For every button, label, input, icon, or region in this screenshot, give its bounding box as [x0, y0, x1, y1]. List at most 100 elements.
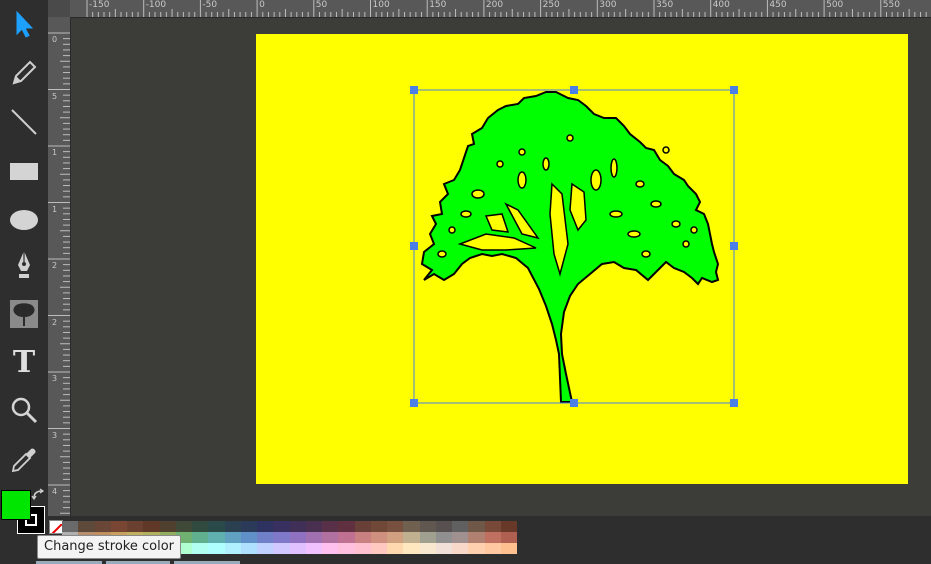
palette-swatch[interactable] — [273, 532, 290, 543]
ruler-label: 350 — [656, 0, 674, 10]
palette-swatch[interactable] — [208, 521, 225, 532]
palette-swatch[interactable] — [322, 521, 339, 532]
tree-image-icon[interactable] — [2, 292, 46, 336]
palette-swatch[interactable] — [484, 521, 501, 532]
palette-swatch[interactable] — [435, 521, 452, 532]
palette-swatch[interactable] — [192, 521, 209, 532]
drawing-canvas[interactable] — [256, 34, 908, 484]
fill-color-swatch[interactable] — [1, 490, 31, 520]
palette-swatch[interactable] — [387, 521, 404, 532]
eyedropper-icon[interactable] — [2, 438, 46, 482]
palette-swatch[interactable] — [62, 521, 79, 532]
ruler-label: 550 — [882, 0, 900, 10]
palette-swatch[interactable] — [500, 532, 517, 543]
palette-swatch[interactable] — [387, 532, 404, 543]
palette-swatch[interactable] — [484, 543, 501, 554]
palette-swatch[interactable] — [305, 532, 322, 543]
palette-swatch[interactable] — [224, 521, 241, 532]
ruler-label: 150 — [429, 0, 447, 10]
palette-swatch[interactable] — [78, 521, 95, 532]
palette-swatch[interactable] — [208, 543, 225, 554]
palette-swatch[interactable] — [257, 521, 274, 532]
palette-swatch[interactable] — [468, 543, 485, 554]
no-color-swatch[interactable] — [49, 520, 63, 534]
palette-swatch[interactable] — [468, 521, 485, 532]
palette-swatch[interactable] — [240, 543, 257, 554]
palette-swatch[interactable] — [500, 543, 517, 554]
line-icon[interactable] — [2, 100, 46, 144]
palette-swatch[interactable] — [452, 543, 469, 554]
palette-swatch[interactable] — [240, 521, 257, 532]
pencil-icon[interactable] — [2, 51, 46, 95]
palette-swatch[interactable] — [289, 543, 306, 554]
rectangle-icon[interactable] — [2, 150, 46, 194]
palette-swatch[interactable] — [435, 543, 452, 554]
palette-swatch[interactable] — [322, 543, 339, 554]
select-arrow-icon[interactable] — [2, 2, 46, 46]
resize-handle-top-left[interactable] — [410, 86, 418, 94]
ruler-label: 0 — [259, 0, 265, 10]
palette-swatch[interactable] — [289, 532, 306, 543]
palette-swatch[interactable] — [370, 521, 387, 532]
palette-swatch[interactable] — [257, 532, 274, 543]
magnifier-icon[interactable] — [2, 388, 46, 432]
palette-swatch[interactable] — [175, 521, 192, 532]
resize-handle-bottom-right[interactable] — [730, 399, 738, 407]
palette-swatch[interactable] — [159, 521, 176, 532]
palette-swatch[interactable] — [354, 521, 371, 532]
palette-swatch[interactable] — [403, 543, 420, 554]
ruler-label: -50 — [202, 0, 218, 10]
tree-object[interactable] — [410, 86, 738, 407]
palette-swatch[interactable] — [305, 543, 322, 554]
palette-swatch[interactable] — [419, 532, 436, 543]
resize-handle-bottom[interactable] — [570, 399, 578, 407]
palette-swatch[interactable] — [370, 532, 387, 543]
palette-swatch[interactable] — [452, 532, 469, 543]
palette-swatch[interactable] — [305, 521, 322, 532]
palette-swatch[interactable] — [94, 521, 111, 532]
resize-handle-bottom-left[interactable] — [410, 399, 418, 407]
palette-swatch[interactable] — [419, 521, 436, 532]
palette-swatch[interactable] — [192, 543, 209, 554]
palette-swatch[interactable] — [273, 543, 290, 554]
palette-swatch[interactable] — [354, 532, 371, 543]
palette-swatch[interactable] — [289, 521, 306, 532]
palette-swatch[interactable] — [370, 543, 387, 554]
palette-swatch[interactable] — [468, 532, 485, 543]
palette-swatch[interactable] — [322, 532, 339, 543]
palette-swatch[interactable] — [192, 532, 209, 543]
palette-swatch[interactable] — [208, 532, 225, 543]
palette-swatch[interactable] — [143, 521, 160, 532]
palette-swatch[interactable] — [387, 543, 404, 554]
palette-swatch[interactable] — [500, 521, 517, 532]
palette-swatch[interactable] — [127, 521, 144, 532]
ruler-label: 100 — [372, 0, 390, 10]
palette-swatch[interactable] — [403, 521, 420, 532]
palette-swatch[interactable] — [338, 532, 355, 543]
ruler-label: 0 — [52, 35, 58, 44]
palette-swatch[interactable] — [452, 521, 469, 532]
resize-handle-top[interactable] — [570, 86, 578, 94]
palette-swatch[interactable] — [338, 543, 355, 554]
palette-swatch[interactable] — [354, 543, 371, 554]
palette-swatch[interactable] — [257, 543, 274, 554]
ruler-corner — [48, 0, 70, 17]
palette-swatch[interactable] — [338, 521, 355, 532]
ruler-label: 3 — [52, 374, 58, 383]
pen-nib-icon[interactable] — [2, 243, 46, 287]
palette-swatch[interactable] — [435, 532, 452, 543]
palette-swatch[interactable] — [224, 543, 241, 554]
palette-swatch[interactable] — [403, 532, 420, 543]
resize-handle-left[interactable] — [410, 242, 418, 250]
swap-colors-icon[interactable] — [31, 487, 45, 501]
resize-handle-right[interactable] — [730, 242, 738, 250]
text-icon[interactable]: T — [2, 341, 46, 385]
palette-swatch[interactable] — [484, 532, 501, 543]
palette-swatch[interactable] — [240, 532, 257, 543]
ellipse-icon[interactable] — [2, 198, 46, 242]
palette-swatch[interactable] — [110, 521, 127, 532]
resize-handle-top-right[interactable] — [730, 86, 738, 94]
palette-swatch[interactable] — [419, 543, 436, 554]
palette-swatch[interactable] — [273, 521, 290, 532]
palette-swatch[interactable] — [224, 532, 241, 543]
